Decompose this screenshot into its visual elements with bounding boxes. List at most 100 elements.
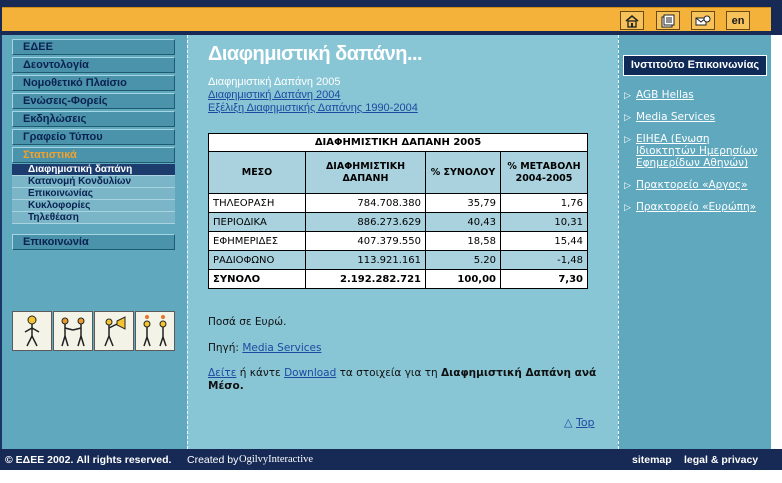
column-header-percent-change: % ΜΕΤΑΒΟΛΗ 2004-2005 xyxy=(500,151,588,194)
cell-total-ad-spend: 2.192.282.721 xyxy=(305,269,426,289)
cell-percent-total: 35,79 xyxy=(425,193,501,213)
back-to-top[interactable]: △ Top xyxy=(564,416,595,429)
menu-item-press-office[interactable]: Γραφείο Τύπου xyxy=(12,129,175,145)
cell-medium: ΤΗΛΕΟΡΑΣΗ xyxy=(208,193,306,213)
right-sidebar: Ινστιτούτο Επικοινωνίας ▷ AGB Hellas ▷ M… xyxy=(618,35,771,449)
list-item: ▷ Πρακτορείο «Ευρώπη» xyxy=(624,201,768,213)
menu-item-legal-framework[interactable]: Νομοθετικό Πλαίσιο xyxy=(12,75,175,91)
cell-percent-total: 18,58 xyxy=(425,231,501,251)
cell-percent-change: 10,31 xyxy=(500,212,588,232)
link-agb-hellas[interactable]: AGB Hellas xyxy=(636,89,694,101)
left-sidebar: ΕΔΕΕ Δεοντολογία Νομοθετικό Πλαίσιο Ενώσ… xyxy=(2,35,187,449)
people-talking-icon xyxy=(135,311,175,351)
submenu-item-communication[interactable]: Επικοινωνίας xyxy=(12,188,175,200)
menu-item-ethics[interactable]: Δεοντολογία xyxy=(12,57,175,73)
list-item: ▷ Πρακτορείο «Αργος» xyxy=(624,179,768,191)
legal-privacy-link[interactable]: legal & privacy xyxy=(684,454,758,466)
sitemap-link[interactable]: sitemap xyxy=(632,454,672,466)
cell-ad-spend: 784.708.380 xyxy=(305,193,426,213)
top-orange-band: en xyxy=(2,7,771,31)
current-year-label: Διαφημιστική Δαπάνη 2005 xyxy=(208,76,341,88)
ad-spend-table: ΔΙΑΦΗΜΙΣΤΙΚΗ ΔΑΠΑΝΗ 2005 ΜΕΣΟ ΔΙΑΦΗΜΙΣΤΙ… xyxy=(208,133,588,289)
triangle-up-icon: △ xyxy=(564,416,573,429)
menu-item-contact[interactable]: Επικοινωνία xyxy=(12,234,175,250)
see-link[interactable]: Δείτε xyxy=(208,367,236,379)
link-ad-spend-evolution[interactable]: Εξέλιξη Διαφημιστικής Δαπάνης 1990-2004 xyxy=(208,102,418,115)
triangle-right-icon: ▷ xyxy=(624,135,631,145)
currency-note: Ποσά σε Ευρώ. xyxy=(208,316,287,328)
cell-percent-change: -1,48 xyxy=(500,250,588,270)
language-en-label: en xyxy=(731,14,745,27)
submenu-item-ad-spend[interactable]: Διαφημιστική δαπάνη xyxy=(12,164,175,176)
table-total-row: ΣΥΝΟΛΟ 2.192.282.721 100,00 7,30 xyxy=(208,269,588,289)
created-by-label: Created by xyxy=(187,454,239,466)
column-header-percent-total: % ΣΥΝΟΛΟΥ xyxy=(425,151,501,194)
link-evropi-agency[interactable]: Πρακτορείο «Ευρώπη» xyxy=(636,201,756,213)
link-argos-agency[interactable]: Πρακτορείο «Αργος» xyxy=(636,179,748,191)
source-link[interactable]: Media Services xyxy=(242,342,321,354)
institute-heading: Ινστιτούτο Επικοινωνίας xyxy=(623,55,767,76)
year-links: Διαφημιστική Δαπάνη 2005 Διαφημιστική Δα… xyxy=(208,76,418,115)
table-row: ΠΕΡΙΟΔΙΚΑ 886.273.629 40,43 10,31 xyxy=(208,212,588,232)
statistics-submenu: Διαφημιστική δαπάνη Κατανομή Κονδυλίων Ε… xyxy=(12,164,175,224)
list-item: ▷ AGB Hellas xyxy=(624,89,768,101)
link-ad-spend-2004[interactable]: Διαφημιστική Δαπάνη 2004 xyxy=(208,89,418,102)
column-header-ad-spend: ΔΙΑΦΗΜΙΣΤΙΚΗ ΔΑΠΑΝΗ xyxy=(305,151,426,194)
contact-icon[interactable] xyxy=(691,11,715,30)
download-text-middle: ή κάντε xyxy=(236,367,285,379)
cell-percent-change: 15,44 xyxy=(500,231,588,251)
cell-medium: ΠΕΡΙΟΔΙΚΑ xyxy=(208,212,306,232)
table-row: ΡΑΔΙΟΦΩΝΟ 113.921.161 5.20 -1,48 xyxy=(208,250,588,270)
copyright-text: © ΕΔΕΕ 2002. All rights reserved. xyxy=(5,454,172,466)
agency-logo[interactable]: OgilvyInteractive xyxy=(239,454,313,465)
cell-total-percent: 100,00 xyxy=(425,269,501,289)
cell-total-label: ΣΥΝΟΛΟ xyxy=(208,269,306,289)
list-item: ▷ Media Services xyxy=(624,111,768,123)
cell-percent-total: 40,43 xyxy=(425,212,501,232)
submenu-item-budget-allocation[interactable]: Κατανομή Κονδυλίων xyxy=(12,176,175,188)
cell-percent-change: 1,76 xyxy=(500,193,588,213)
link-eihea[interactable]: ΕΙΗΕΑ (Ενωση Ιδιοκτητών Ημερησίων Εφημερ… xyxy=(636,133,757,169)
right-edge xyxy=(771,35,782,449)
language-en-icon[interactable]: en xyxy=(726,11,750,30)
top-bar: en xyxy=(0,0,782,35)
cell-ad-spend: 113.921.161 xyxy=(305,250,426,270)
cell-ad-spend: 886.273.629 xyxy=(305,212,426,232)
source-label: Πηγή: xyxy=(208,342,239,354)
top-link-label: Top xyxy=(575,416,595,429)
sitemap-icon[interactable] xyxy=(656,11,680,30)
footer: © ΕΔΕΕ 2002. All rights reserved. Create… xyxy=(0,449,782,471)
link-media-services[interactable]: Media Services xyxy=(636,111,715,123)
illustration-strip xyxy=(12,311,175,351)
download-line: Δείτε ή κάντε Download τα στοιχεία για τ… xyxy=(208,367,598,393)
triangle-right-icon: ▷ xyxy=(624,203,631,213)
partner-links: ▷ AGB Hellas ▷ Media Services ▷ ΕΙΗΕΑ (Ε… xyxy=(624,89,768,223)
submenu-item-viewership[interactable]: Τηλεθέαση xyxy=(12,212,175,224)
triangle-right-icon: ▷ xyxy=(624,181,631,191)
download-text-rest: τα στοιχεία για τη xyxy=(336,367,442,379)
page-title: Διαφημιστική δαπάνη... xyxy=(208,43,423,65)
menu-item-associations[interactable]: Ενώσεις-Φορείς xyxy=(12,93,175,109)
cell-total-change: 7,30 xyxy=(500,269,588,289)
megaphone-person-icon xyxy=(94,311,134,351)
download-text-end: . xyxy=(239,380,244,392)
source-line: Πηγή: Media Services xyxy=(208,342,321,355)
page-frame: ΕΔΕΕ Δεοντολογία Νομοθετικό Πλαίσιο Ενώσ… xyxy=(0,35,782,449)
triangle-right-icon: ▷ xyxy=(624,91,631,101)
table-row: ΤΗΛΕΟΡΑΣΗ 784.708.380 35,79 1,76 xyxy=(208,193,588,213)
submenu-item-circulation[interactable]: Κυκλοφορίες xyxy=(12,200,175,212)
idea-person-icon xyxy=(12,311,52,351)
download-link[interactable]: Download xyxy=(284,367,336,379)
menu-item-events[interactable]: Εκδηλώσεις xyxy=(12,111,175,127)
cell-ad-spend: 407.379.550 xyxy=(305,231,426,251)
table-row: ΕΦΗΜΕΡΙΔΕΣ 407.379.550 18,58 15,44 xyxy=(208,231,588,251)
home-icon[interactable] xyxy=(620,11,644,30)
triangle-right-icon: ▷ xyxy=(624,113,631,123)
cell-percent-total: 5.20 xyxy=(425,250,501,270)
menu-item-edee[interactable]: ΕΔΕΕ xyxy=(12,39,175,55)
cell-medium: ΕΦΗΜΕΡΙΔΕΣ xyxy=(208,231,306,251)
main-menu: ΕΔΕΕ Δεοντολογία Νομοθετικό Πλαίσιο Ενώσ… xyxy=(12,39,175,252)
table-caption: ΔΙΑΦΗΜΙΣΤΙΚΗ ΔΑΠΑΝΗ 2005 xyxy=(208,133,588,152)
menu-item-statistics[interactable]: Στατιστικά xyxy=(12,147,175,163)
list-item: ▷ ΕΙΗΕΑ (Ενωση Ιδιοκτητών Ημερησίων Εφημ… xyxy=(624,133,768,169)
